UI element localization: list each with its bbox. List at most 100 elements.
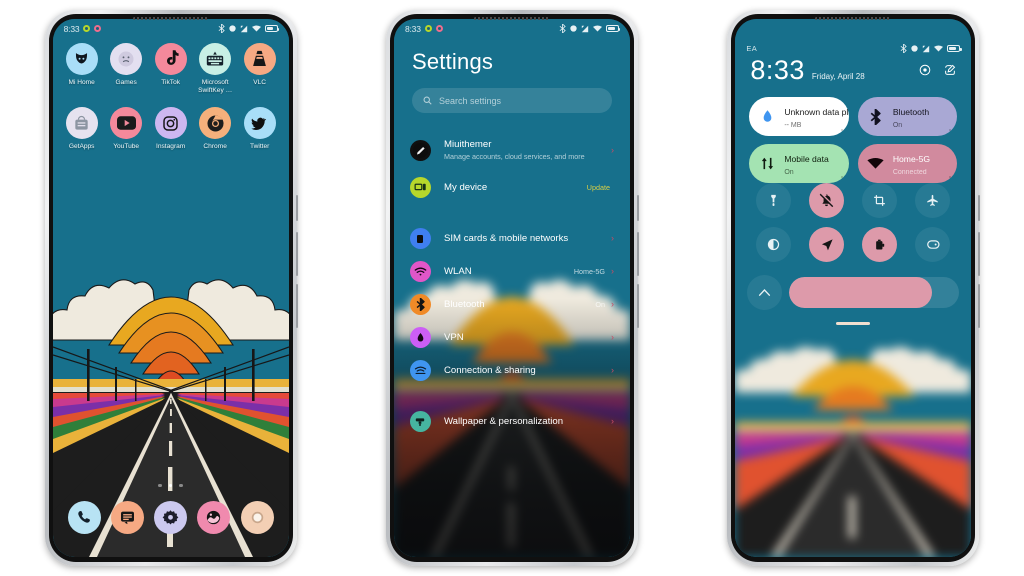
airplane-toggle[interactable] — [915, 183, 951, 218]
data-saver-icon — [581, 25, 589, 32]
settings-row-vpn[interactable]: VPN › — [408, 321, 616, 354]
app-microsoft-swiftkey[interactable]: Microsoft SwiftKey … — [194, 43, 236, 95]
app-label: Chrome — [203, 143, 227, 151]
settings-label: Miuithemer — [443, 138, 492, 150]
side-button[interactable] — [636, 195, 639, 221]
app-label: VLC — [253, 79, 267, 86]
settings-row-connection-sharing[interactable]: Connection & sharing › — [408, 354, 616, 387]
panel-drag-handle[interactable] — [836, 322, 871, 325]
dock-camera-icon[interactable] — [240, 500, 274, 534]
app-tiktok[interactable]: TikTok — [150, 43, 192, 95]
page-dot-active[interactable] — [168, 483, 173, 487]
silent-toggle[interactable] — [809, 183, 845, 218]
games-icon — [110, 43, 143, 75]
app-row-2: GetApps YouTube Instagram Chrome Twitter — [61, 107, 281, 151]
clock-date: Friday, April 28 — [811, 72, 865, 81]
notification-dot-green — [424, 25, 432, 32]
power-icon[interactable] — [919, 63, 931, 81]
volume-down-button[interactable] — [978, 284, 981, 328]
app-mi-home[interactable]: Mi Home — [61, 43, 103, 95]
dock-phone-icon[interactable] — [67, 500, 101, 534]
app-grid: Mi Home Games TikTok Microsoft SwiftKey … — [53, 43, 289, 158]
volume-up-button[interactable] — [636, 232, 639, 276]
app-instagram[interactable]: Instagram — [150, 107, 192, 151]
notification-dot-green — [83, 25, 91, 32]
tile-title: Unknown data plan — [784, 107, 849, 118]
expand-panel-button[interactable] — [747, 275, 783, 310]
volume-up-button[interactable] — [978, 232, 981, 276]
tiktok-icon — [154, 43, 187, 75]
volume-up-button[interactable] — [295, 232, 298, 276]
battery-saver-icon — [875, 239, 885, 250]
tile-title: Mobile data — [784, 154, 829, 165]
location-icon — [911, 45, 918, 52]
page-dot[interactable] — [158, 483, 162, 487]
side-button[interactable] — [295, 195, 298, 221]
dock — [53, 491, 289, 543]
wifi-icon — [409, 261, 431, 282]
side-button[interactable] — [978, 195, 981, 221]
app-label: Microsoft SwiftKey … — [198, 79, 233, 95]
settings-label: Bluetooth — [443, 298, 485, 310]
settings-row-wallpaper-personalization[interactable]: Wallpaper & personalization › — [408, 405, 616, 438]
app-label: Twitter — [249, 143, 270, 151]
dock-gallery-icon[interactable] — [197, 500, 231, 534]
edit-icon[interactable] — [944, 63, 956, 81]
tile-dot — [949, 129, 952, 131]
vpn-icon — [409, 327, 431, 348]
page-title: Settings — [411, 49, 494, 74]
tile-dot — [840, 129, 843, 131]
volume-down-button[interactable] — [636, 284, 639, 328]
dock-settings-icon[interactable] — [154, 500, 188, 534]
tile-subtitle: -- MB — [784, 122, 802, 130]
search-icon — [423, 96, 432, 105]
dock-messages-icon[interactable] — [110, 500, 144, 534]
settings-row-sim-cards[interactable]: SIM cards & mobile networks › — [408, 222, 616, 255]
data-saver-icon — [240, 25, 247, 32]
chevron-right-icon: › — [610, 299, 614, 309]
vlc-icon — [243, 43, 276, 75]
notification-dot-pink — [94, 25, 102, 32]
dark-mode-toggle[interactable] — [756, 227, 792, 262]
search-settings-input[interactable]: Search settings — [411, 88, 612, 113]
battery-saver-toggle[interactable] — [862, 227, 898, 262]
bluetooth-icon — [218, 24, 225, 33]
phone-quick-settings-screen: EA 8:33 Friday, April 28 Unknown data pl… — [727, 10, 981, 566]
mobile-data-icon — [758, 155, 776, 173]
settings-label: Wallpaper & personalization — [443, 415, 564, 427]
location-toggle[interactable] — [809, 227, 845, 262]
app-youtube[interactable]: YouTube — [105, 107, 147, 151]
app-games[interactable]: Games — [105, 43, 147, 95]
notification-dot-pink — [435, 25, 443, 32]
app-label: GetApps — [68, 143, 95, 151]
settings-group-divider — [408, 204, 616, 222]
tile-bluetooth[interactable]: Bluetooth On — [857, 97, 958, 136]
mi-home-icon — [65, 43, 98, 75]
app-getapps[interactable]: GetApps — [61, 107, 103, 151]
settings-row-wlan[interactable]: WLAN Home-5G › — [408, 255, 616, 288]
tile-wifi-home-5g[interactable]: Home-5G Connected — [857, 144, 958, 183]
screenshot-toggle[interactable] — [862, 183, 898, 218]
settings-row-account[interactable]: Miuithemer Manage accounts, cloud servic… — [408, 129, 616, 171]
earpiece-speaker — [815, 17, 892, 20]
update-badge[interactable]: Update — [587, 183, 610, 192]
brightness-slider[interactable] — [789, 277, 960, 308]
settings-row-bluetooth[interactable]: Bluetooth On › — [408, 288, 616, 321]
phone-home-screen: 8:33 Mi Home Games TikTok Microsoft Swif… — [44, 10, 298, 566]
app-twitter[interactable]: Twitter — [239, 107, 281, 151]
settings-row-my-device[interactable]: My device Update — [408, 171, 616, 204]
cast-toggle[interactable] — [915, 227, 951, 262]
status-time: 8:33 — [63, 23, 80, 34]
app-label: Games — [115, 79, 137, 86]
app-label: Instagram — [155, 143, 186, 151]
volume-down-button[interactable] — [295, 284, 298, 328]
tile-mobile-data[interactable]: Mobile data On — [749, 144, 849, 183]
app-row-1: Mi Home Games TikTok Microsoft SwiftKey … — [61, 43, 281, 95]
page-dot[interactable] — [179, 483, 183, 487]
app-chrome[interactable]: Chrome — [194, 107, 236, 151]
app-vlc[interactable]: VLC — [239, 43, 281, 95]
tile-data-plan[interactable]: Unknown data plan -- MB — [749, 97, 849, 136]
tile-dot — [949, 176, 952, 178]
flashlight-toggle[interactable] — [756, 183, 792, 218]
brightness-fill — [789, 277, 933, 308]
